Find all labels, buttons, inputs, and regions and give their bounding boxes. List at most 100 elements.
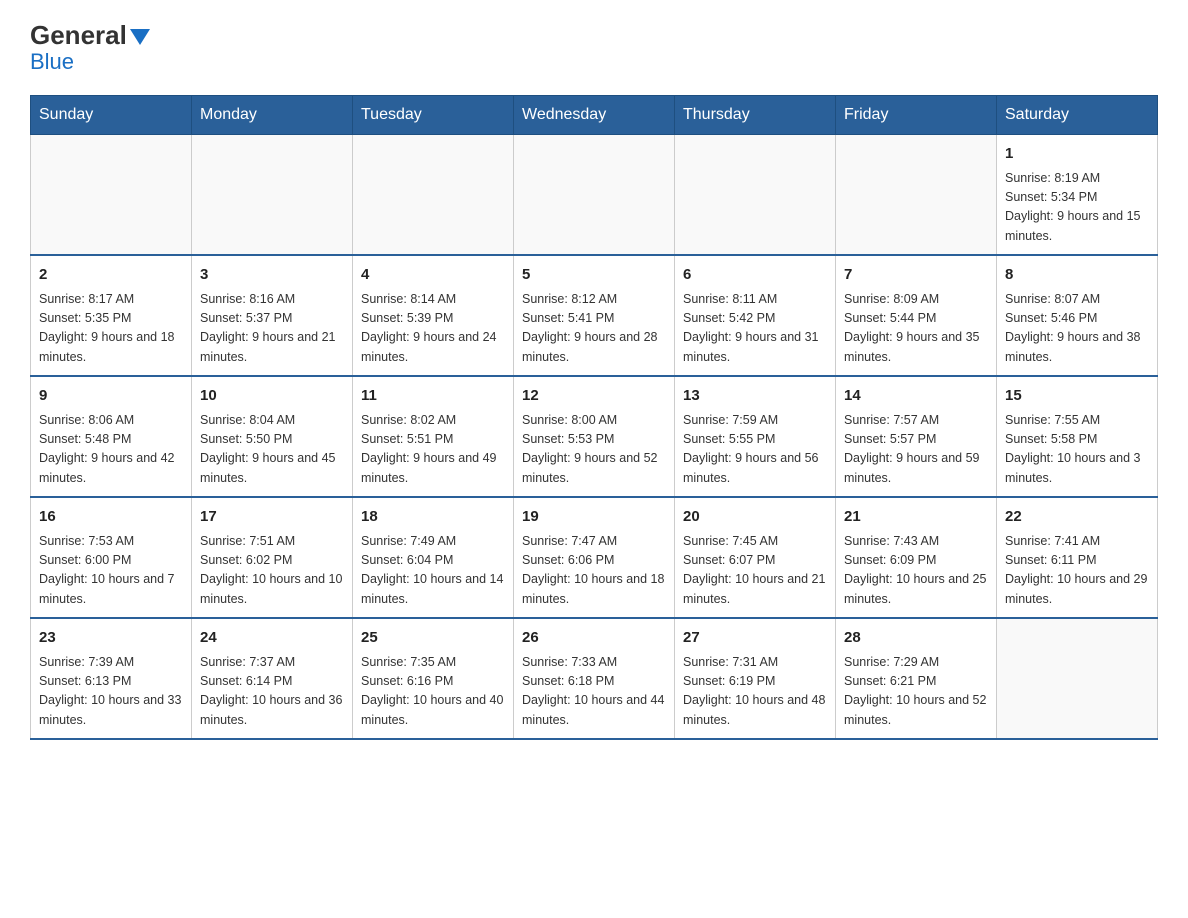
day-number: 2 bbox=[39, 264, 183, 287]
day-info: Sunrise: 7:57 AMSunset: 5:57 PMDaylight:… bbox=[844, 411, 988, 489]
col-wednesday: Wednesday bbox=[514, 96, 675, 135]
day-info: Sunrise: 8:14 AMSunset: 5:39 PMDaylight:… bbox=[361, 290, 505, 368]
calendar-week-row: 9 Sunrise: 8:06 AMSunset: 5:48 PMDaylight… bbox=[31, 376, 1158, 497]
day-number: 22 bbox=[1005, 506, 1149, 529]
calendar-day-cell: 1 Sunrise: 8:19 AMSunset: 5:34 PMDaylight… bbox=[997, 135, 1158, 256]
day-info: Sunrise: 7:47 AMSunset: 6:06 PMDaylight:… bbox=[522, 532, 666, 610]
calendar-day-cell: 9 Sunrise: 8:06 AMSunset: 5:48 PMDaylight… bbox=[31, 376, 192, 497]
day-info: Sunrise: 8:00 AMSunset: 5:53 PMDaylight:… bbox=[522, 411, 666, 489]
day-number: 9 bbox=[39, 385, 183, 408]
logo-arrow-icon bbox=[130, 29, 150, 45]
day-info: Sunrise: 7:43 AMSunset: 6:09 PMDaylight:… bbox=[844, 532, 988, 610]
day-info: Sunrise: 7:37 AMSunset: 6:14 PMDaylight:… bbox=[200, 653, 344, 731]
day-number: 25 bbox=[361, 627, 505, 650]
calendar-day-cell: 22 Sunrise: 7:41 AMSunset: 6:11 PMDayligh… bbox=[997, 497, 1158, 618]
calendar-day-cell bbox=[997, 618, 1158, 739]
day-number: 15 bbox=[1005, 385, 1149, 408]
calendar-week-row: 1 Sunrise: 8:19 AMSunset: 5:34 PMDaylight… bbox=[31, 135, 1158, 256]
day-info: Sunrise: 8:17 AMSunset: 5:35 PMDaylight:… bbox=[39, 290, 183, 368]
calendar-day-cell: 8 Sunrise: 8:07 AMSunset: 5:46 PMDaylight… bbox=[997, 255, 1158, 376]
logo-general: General bbox=[30, 20, 127, 51]
calendar-day-cell: 13 Sunrise: 7:59 AMSunset: 5:55 PMDayligh… bbox=[675, 376, 836, 497]
calendar-day-cell: 6 Sunrise: 8:11 AMSunset: 5:42 PMDaylight… bbox=[675, 255, 836, 376]
day-number: 18 bbox=[361, 506, 505, 529]
day-number: 11 bbox=[361, 385, 505, 408]
col-saturday: Saturday bbox=[997, 96, 1158, 135]
calendar-day-cell: 17Sunrise: 7:51 AMSunset: 6:02 PMDayligh… bbox=[192, 497, 353, 618]
day-number: 13 bbox=[683, 385, 827, 408]
calendar-day-cell: 2 Sunrise: 8:17 AMSunset: 5:35 PMDaylight… bbox=[31, 255, 192, 376]
col-thursday: Thursday bbox=[675, 96, 836, 135]
calendar-week-row: 16Sunrise: 7:53 AMSunset: 6:00 PMDayligh… bbox=[31, 497, 1158, 618]
day-number: 21 bbox=[844, 506, 988, 529]
calendar-day-cell bbox=[31, 135, 192, 256]
calendar-day-cell bbox=[192, 135, 353, 256]
day-number: 14 bbox=[844, 385, 988, 408]
calendar-header-row: Sunday Monday Tuesday Wednesday Thursday… bbox=[31, 96, 1158, 135]
day-info: Sunrise: 8:06 AMSunset: 5:48 PMDaylight:… bbox=[39, 411, 183, 489]
calendar-day-cell: 10 Sunrise: 8:04 AMSunset: 5:50 PMDayligh… bbox=[192, 376, 353, 497]
day-number: 10 bbox=[200, 385, 344, 408]
calendar-day-cell: 7 Sunrise: 8:09 AMSunset: 5:44 PMDaylight… bbox=[836, 255, 997, 376]
day-info: Sunrise: 7:39 AMSunset: 6:13 PMDaylight:… bbox=[39, 653, 183, 731]
day-number: 23 bbox=[39, 627, 183, 650]
day-info: Sunrise: 8:07 AMSunset: 5:46 PMDaylight:… bbox=[1005, 290, 1149, 368]
day-number: 5 bbox=[522, 264, 666, 287]
day-info: Sunrise: 8:09 AMSunset: 5:44 PMDaylight:… bbox=[844, 290, 988, 368]
col-monday: Monday bbox=[192, 96, 353, 135]
day-info: Sunrise: 7:45 AMSunset: 6:07 PMDaylight:… bbox=[683, 532, 827, 610]
calendar-day-cell: 11 Sunrise: 8:02 AMSunset: 5:51 PMDayligh… bbox=[353, 376, 514, 497]
day-info: Sunrise: 8:16 AMSunset: 5:37 PMDaylight:… bbox=[200, 290, 344, 368]
calendar-day-cell: 19 Sunrise: 7:47 AMSunset: 6:06 PMDayligh… bbox=[514, 497, 675, 618]
calendar-day-cell: 25 Sunrise: 7:35 AMSunset: 6:16 PMDayligh… bbox=[353, 618, 514, 739]
calendar-day-cell: 28Sunrise: 7:29 AMSunset: 6:21 PMDayligh… bbox=[836, 618, 997, 739]
day-info: Sunrise: 7:33 AMSunset: 6:18 PMDaylight:… bbox=[522, 653, 666, 731]
day-number: 20 bbox=[683, 506, 827, 529]
day-number: 12 bbox=[522, 385, 666, 408]
logo-blue: Blue bbox=[30, 49, 74, 75]
col-tuesday: Tuesday bbox=[353, 96, 514, 135]
calendar-day-cell bbox=[514, 135, 675, 256]
day-info: Sunrise: 7:55 AMSunset: 5:58 PMDaylight:… bbox=[1005, 411, 1149, 489]
calendar-day-cell: 15 Sunrise: 7:55 AMSunset: 5:58 PMDayligh… bbox=[997, 376, 1158, 497]
col-friday: Friday bbox=[836, 96, 997, 135]
calendar-week-row: 2 Sunrise: 8:17 AMSunset: 5:35 PMDaylight… bbox=[31, 255, 1158, 376]
day-number: 8 bbox=[1005, 264, 1149, 287]
day-info: Sunrise: 7:59 AMSunset: 5:55 PMDaylight:… bbox=[683, 411, 827, 489]
day-info: Sunrise: 8:12 AMSunset: 5:41 PMDaylight:… bbox=[522, 290, 666, 368]
day-info: Sunrise: 8:04 AMSunset: 5:50 PMDaylight:… bbox=[200, 411, 344, 489]
calendar-day-cell: 3 Sunrise: 8:16 AMSunset: 5:37 PMDaylight… bbox=[192, 255, 353, 376]
day-number: 7 bbox=[844, 264, 988, 287]
day-number: 19 bbox=[522, 506, 666, 529]
day-number: 3 bbox=[200, 264, 344, 287]
calendar-day-cell: 12 Sunrise: 8:00 AMSunset: 5:53 PMDayligh… bbox=[514, 376, 675, 497]
calendar-day-cell: 14 Sunrise: 7:57 AMSunset: 5:57 PMDayligh… bbox=[836, 376, 997, 497]
day-info: Sunrise: 8:02 AMSunset: 5:51 PMDaylight:… bbox=[361, 411, 505, 489]
calendar-day-cell: 16Sunrise: 7:53 AMSunset: 6:00 PMDayligh… bbox=[31, 497, 192, 618]
day-info: Sunrise: 7:35 AMSunset: 6:16 PMDaylight:… bbox=[361, 653, 505, 731]
calendar-week-row: 23 Sunrise: 7:39 AMSunset: 6:13 PMDayligh… bbox=[31, 618, 1158, 739]
day-info: Sunrise: 7:41 AMSunset: 6:11 PMDaylight:… bbox=[1005, 532, 1149, 610]
calendar-day-cell: 21 Sunrise: 7:43 AMSunset: 6:09 PMDayligh… bbox=[836, 497, 997, 618]
day-info: Sunrise: 8:11 AMSunset: 5:42 PMDaylight:… bbox=[683, 290, 827, 368]
day-info: Sunrise: 7:29 AMSunset: 6:21 PMDaylight:… bbox=[844, 653, 988, 731]
page-header: General Blue bbox=[30, 20, 1158, 75]
day-number: 16 bbox=[39, 506, 183, 529]
calendar-day-cell bbox=[675, 135, 836, 256]
day-number: 4 bbox=[361, 264, 505, 287]
logo: General Blue bbox=[30, 20, 150, 75]
calendar-day-cell bbox=[836, 135, 997, 256]
day-info: Sunrise: 8:19 AMSunset: 5:34 PMDaylight:… bbox=[1005, 169, 1149, 247]
calendar-day-cell: 26Sunrise: 7:33 AMSunset: 6:18 PMDayligh… bbox=[514, 618, 675, 739]
calendar-day-cell: 18Sunrise: 7:49 AMSunset: 6:04 PMDayligh… bbox=[353, 497, 514, 618]
day-number: 27 bbox=[683, 627, 827, 650]
day-number: 17 bbox=[200, 506, 344, 529]
logo-text: General bbox=[30, 20, 150, 51]
day-number: 1 bbox=[1005, 143, 1149, 166]
day-number: 24 bbox=[200, 627, 344, 650]
calendar-day-cell bbox=[353, 135, 514, 256]
calendar-day-cell: 20 Sunrise: 7:45 AMSunset: 6:07 PMDayligh… bbox=[675, 497, 836, 618]
calendar-day-cell: 4 Sunrise: 8:14 AMSunset: 5:39 PMDaylight… bbox=[353, 255, 514, 376]
calendar-table: Sunday Monday Tuesday Wednesday Thursday… bbox=[30, 95, 1158, 740]
day-number: 6 bbox=[683, 264, 827, 287]
